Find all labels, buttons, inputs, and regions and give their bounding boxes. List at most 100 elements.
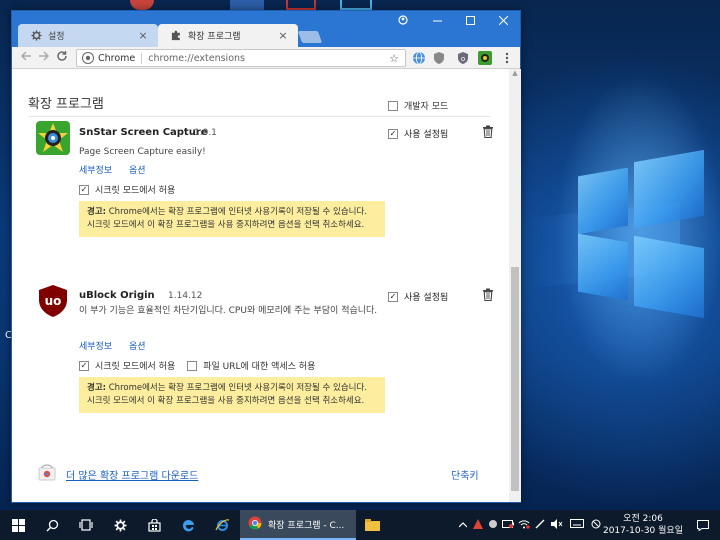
tab-extensions[interactable]: 확장 프로그램 × [158, 24, 298, 47]
extension-description: Page Screen Capture easily! [79, 147, 206, 157]
new-tab-button[interactable] [297, 31, 323, 43]
windows-logo-wallpaper [530, 149, 720, 390]
trash-icon[interactable] [482, 288, 494, 302]
maximize-button[interactable] [459, 15, 481, 29]
details-link[interactable]: 세부정보 [79, 166, 112, 176]
extension-card-snstar: SnStar Screen Capture 1.0.1 Page Screen … [28, 121, 498, 271]
options-link[interactable]: 옵션 [129, 166, 146, 176]
ublock-toolbar-icon[interactable] [432, 51, 446, 65]
file-url-checkbox[interactable] [187, 360, 198, 371]
store-bag-icon[interactable] [140, 510, 168, 540]
warning-text: Chrome에서는 확장 프로그램에 인터넷 사용기록이 저장될 수 있습니다.… [87, 207, 368, 230]
keyboard-icon[interactable] [566, 519, 588, 531]
settings-gear-icon[interactable] [106, 510, 134, 540]
minimize-button[interactable] [426, 15, 448, 29]
incognito-checkbox[interactable]: ✓ [79, 360, 89, 371]
enabled-toggle[interactable]: ✓ 사용 설정됨 [388, 290, 448, 303]
keyboard-shortcuts-link[interactable]: 단축키 [451, 467, 479, 482]
incognito-toggle[interactable]: ✓ 시크릿 모드에서 허용 파일 URL에 대한 액세스 허용 [79, 359, 315, 372]
desktop-icon[interactable] [230, 0, 264, 10]
back-arrow-icon[interactable] [18, 50, 34, 66]
tray-app-icon[interactable] [470, 518, 486, 532]
incognito-label: 시크릿 모드에서 허용 [95, 362, 176, 372]
scrollbar-thumb[interactable] [511, 267, 519, 491]
incognito-checkbox[interactable]: ✓ [79, 184, 89, 195]
window-close-button[interactable] [492, 15, 514, 29]
desktop-icon[interactable] [130, 0, 154, 10]
desktop-icon[interactable] [286, 0, 316, 10]
svg-text:o: o [461, 55, 465, 63]
site-label: Chrome [98, 52, 143, 64]
warning-prefix: 경고: [87, 383, 107, 393]
browser-toolbar: Chrome chrome://extensions ☆ o [12, 47, 520, 69]
svg-text:uo: uo [45, 294, 62, 308]
taskbar-clock[interactable]: 오전 2:06 2017-10-30 월요일 [598, 513, 688, 537]
trash-icon[interactable] [482, 125, 494, 139]
network-icon[interactable] [516, 519, 532, 532]
pen-icon[interactable] [532, 519, 548, 532]
url-text[interactable]: chrome://extensions [142, 53, 387, 64]
file-url-label: 파일 URL에 대한 액세스 허용 [203, 362, 316, 372]
taskbar-chrome-label: 확장 프로그램 - C... [268, 520, 345, 531]
options-link[interactable]: 옵션 [129, 342, 146, 352]
battery-icon[interactable] [500, 519, 516, 531]
reload-icon[interactable] [54, 50, 70, 66]
snstar-toolbar-icon[interactable] [478, 51, 492, 65]
details-link[interactable]: 세부정보 [79, 342, 112, 352]
chrome-icon [248, 516, 262, 533]
globe-extension-icon[interactable] [412, 51, 426, 65]
system-tray [456, 510, 604, 540]
file-url-toggle[interactable]: 파일 URL에 대한 액세스 허용 [187, 359, 315, 372]
extension-name: SnStar Screen Capture [79, 127, 208, 138]
scroll-up-arrow-icon[interactable]: ▲ [509, 69, 521, 79]
ublock-logo-icon: uo [36, 284, 70, 318]
enabled-checkbox[interactable]: ✓ [388, 291, 398, 302]
dev-mode-toggle[interactable]: 개발자 모드 [388, 99, 448, 112]
tray-app-icon[interactable] [486, 519, 500, 532]
edge-browser-icon[interactable] [174, 510, 202, 540]
extension-version: 1.14.12 [168, 291, 203, 301]
clock-time: 오전 2:06 [623, 514, 663, 524]
search-icon[interactable] [38, 510, 66, 540]
taskbar-chrome-window[interactable]: 확장 프로그램 - C... [240, 510, 356, 540]
file-explorer-icon[interactable] [360, 510, 384, 540]
extension-links: 세부정보 옵션 [79, 163, 160, 176]
close-icon[interactable]: × [278, 29, 288, 42]
extension-version: 1.0.1 [194, 128, 217, 138]
more-extensions-link[interactable]: 더 많은 확장 프로그램 다운로드 [66, 467, 198, 482]
dev-mode-checkbox[interactable] [388, 100, 398, 111]
desktop-icon[interactable] [340, 0, 372, 10]
dev-mode-label: 개발자 모드 [404, 102, 449, 112]
bookmark-star-icon[interactable]: ☆ [387, 52, 401, 65]
taskbar: 확장 프로그램 - C... 오전 2:06 2017-10-30 월요일 [0, 510, 720, 540]
profile-icon[interactable] [392, 15, 414, 29]
extension-card-ublock: uo uBlock Origin 1.14.12 이 부가 기능은 효율적인 차… [28, 284, 498, 454]
address-bar[interactable]: Chrome chrome://extensions ☆ [76, 49, 406, 67]
chevron-up-icon[interactable] [456, 520, 470, 531]
title-bar[interactable]: 설정 × 확장 프로그램 × [12, 11, 520, 47]
page-scrollbar[interactable]: ▲ [509, 69, 521, 502]
volume-icon[interactable] [548, 518, 566, 532]
forward-arrow-icon[interactable] [36, 50, 52, 66]
page-title: 확장 프로그램 [28, 97, 104, 112]
start-windows-icon[interactable] [4, 510, 32, 540]
menu-dots-icon[interactable] [500, 51, 514, 65]
shield-extension-icon[interactable]: o [456, 51, 470, 65]
enabled-checkbox[interactable]: ✓ [388, 128, 398, 139]
chrome-window: 설정 × 확장 프로그램 × Chrome chrome://extension… [11, 10, 521, 503]
extension-links: 세부정보 옵션 [79, 339, 160, 352]
extensions-footer: 더 많은 확장 프로그램 다운로드 단축키 [28, 461, 498, 485]
snstar-logo-icon [36, 121, 70, 155]
tab-settings[interactable]: 설정 × [18, 24, 158, 47]
warning-text: Chrome에서는 확장 프로그램에 인터넷 사용기록이 저장될 수 있습니다.… [87, 383, 368, 406]
enabled-toggle[interactable]: ✓ 사용 설정됨 [388, 127, 448, 140]
incognito-toggle[interactable]: ✓ 시크릿 모드에서 허용 [79, 183, 175, 196]
ie-browser-icon[interactable] [208, 510, 236, 540]
extensions-page: 확장 프로그램 개발자 모드 SnStar Screen Capture 1.0… [12, 69, 509, 502]
task-view-icon[interactable] [72, 510, 100, 540]
clock-date: 2017-10-30 월요일 [602, 526, 683, 536]
close-icon[interactable]: × [138, 29, 148, 42]
notification-center-icon[interactable] [690, 510, 716, 540]
puzzle-icon [170, 30, 182, 42]
divider [28, 116, 490, 117]
